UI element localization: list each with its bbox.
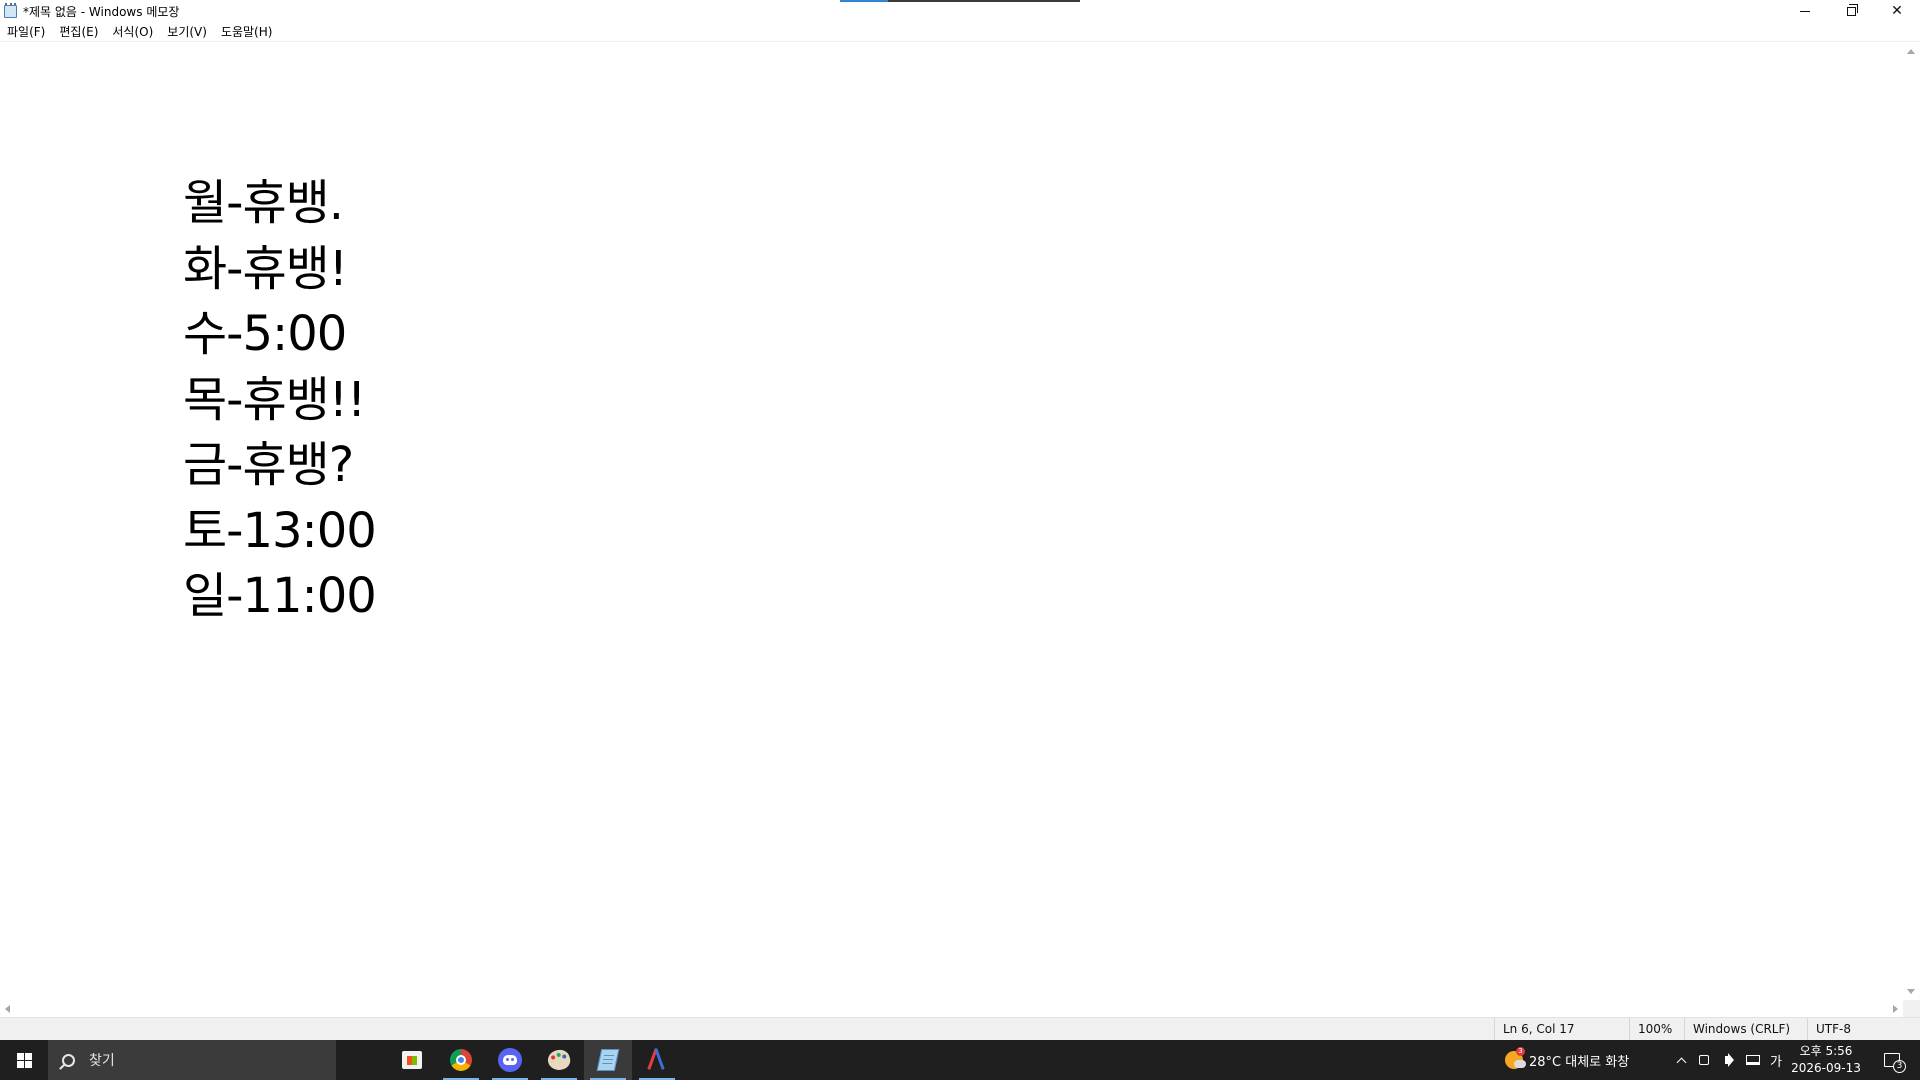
taskbar-app-chrome[interactable] xyxy=(437,1040,485,1080)
zoom-level: 100% xyxy=(1629,1018,1684,1041)
discord-icon xyxy=(498,1048,522,1072)
scroll-down-arrow-icon[interactable] xyxy=(1907,989,1915,994)
ime-label: 가 xyxy=(1770,1054,1782,1070)
scroll-up-arrow-icon[interactable] xyxy=(1907,49,1915,54)
windows-logo-icon xyxy=(16,1052,32,1068)
scroll-corner xyxy=(1903,1000,1920,1017)
editor-line[interactable]: 토-13:00 xyxy=(183,499,1903,565)
clock-date: 2026-09-13 xyxy=(1791,1061,1861,1075)
weather-widget[interactable]: 3 28°C 대체로 화창 xyxy=(1505,1040,1629,1080)
horizontal-scrollbar[interactable] xyxy=(0,1000,1903,1017)
scroll-left-arrow-icon[interactable] xyxy=(5,1005,10,1013)
show-hidden-icons-button[interactable] xyxy=(1670,1040,1692,1080)
restore-button[interactable] xyxy=(1828,0,1874,22)
window-controls: ✕ xyxy=(1782,0,1920,22)
weather-badge: 3 xyxy=(1516,1047,1525,1056)
close-button[interactable]: ✕ xyxy=(1874,0,1920,22)
start-button[interactable] xyxy=(0,1040,48,1080)
notification-count: 3 xyxy=(1893,1060,1906,1073)
restore-icon xyxy=(1846,3,1858,16)
editor-line[interactable]: 금-휴뱅? xyxy=(183,433,1903,499)
minimize-button[interactable] xyxy=(1782,0,1828,22)
minimize-icon xyxy=(1800,10,1810,12)
scroll-right-arrow-icon[interactable] xyxy=(1893,1005,1898,1013)
line-ending: Windows (CRLF) xyxy=(1684,1018,1807,1041)
menu-bar: 파일(F) 편집(E) 서식(O) 보기(V) 도움말(H) xyxy=(0,22,1920,42)
notepad-icon xyxy=(596,1049,620,1071)
network-icon xyxy=(1746,1055,1760,1065)
menu-file[interactable]: 파일(F) xyxy=(0,22,52,42)
taskbar-app-snipping[interactable] xyxy=(633,1040,681,1080)
editor-line[interactable]: 월-휴뱅. xyxy=(183,171,1903,237)
volume-button[interactable] xyxy=(1716,1040,1738,1080)
menu-format[interactable]: 서식(O) xyxy=(105,22,160,42)
notification-icon: 3 xyxy=(1884,1053,1906,1073)
chrome-icon xyxy=(450,1049,472,1071)
encoding: UTF-8 xyxy=(1807,1018,1920,1041)
menu-help[interactable]: 도움말(H) xyxy=(214,22,280,42)
taskbar-app-paint[interactable] xyxy=(535,1040,583,1080)
taskbar-app-discord[interactable] xyxy=(486,1040,534,1080)
title-bar[interactable]: *제목 없음 - Windows 메모장 ✕ xyxy=(0,0,1920,22)
clock-time: 오후 5:56 xyxy=(1799,1044,1853,1058)
search-icon xyxy=(62,1053,75,1067)
network-button[interactable] xyxy=(1742,1040,1764,1080)
snip-icon xyxy=(647,1048,667,1072)
editor-line[interactable]: 수-5:00 xyxy=(183,302,1903,368)
menu-edit[interactable]: 편집(E) xyxy=(52,22,105,42)
taskbar-app-notepad[interactable] xyxy=(584,1040,632,1080)
status-bar: Ln 6, Col 17 100% Windows (CRLF) UTF-8 xyxy=(0,1017,1920,1041)
weather-text: 28°C 대체로 화창 xyxy=(1529,1054,1630,1070)
taskbar-clock[interactable]: 오후 5:56 2026-09-13 xyxy=(1786,1043,1866,1077)
meet-now-button[interactable] xyxy=(1693,1040,1715,1080)
paint-icon xyxy=(545,1047,573,1073)
search-placeholder: 찾기 xyxy=(89,1053,115,1069)
action-center-button[interactable]: 3 xyxy=(1872,1040,1912,1080)
close-icon: ✕ xyxy=(1891,3,1903,19)
notepad-app-icon[interactable] xyxy=(3,3,19,19)
window-title: *제목 없음 - Windows 메모장 xyxy=(23,4,180,19)
menu-view[interactable]: 보기(V) xyxy=(160,22,214,42)
meet-icon xyxy=(1699,1055,1709,1065)
taskbar-app-store[interactable] xyxy=(388,1040,436,1080)
chevron-up-icon xyxy=(1676,1057,1686,1067)
editor-line[interactable]: 목-휴뱅!! xyxy=(183,368,1903,434)
vertical-scrollbar[interactable] xyxy=(1903,43,1920,1000)
editor-line[interactable]: 화-휴뱅! xyxy=(183,237,1903,303)
taskbar-search[interactable]: 찾기 xyxy=(48,1040,336,1080)
cursor-position: Ln 6, Col 17 xyxy=(1494,1018,1629,1041)
title-accent-bar xyxy=(840,0,1080,2)
weather-sun-cloud-icon: 3 xyxy=(1505,1047,1526,1069)
speaker-icon xyxy=(1724,1056,1730,1064)
taskbar: 찾기 3 28°C 대체로 화창 가 오후 5:56 2026-09-13 3 xyxy=(0,1040,1920,1080)
notepad-window: *제목 없음 - Windows 메모장 ✕ 파일(F) 편집(E) 서식(O)… xyxy=(0,0,1920,1041)
ime-indicator[interactable]: 가 xyxy=(1765,1040,1787,1080)
editor-line[interactable]: 일-11:00 xyxy=(183,564,1903,630)
text-editor[interactable]: 월-휴뱅. 화-휴뱅! 수-5:00 목-휴뱅!! 금-휴뱅? 토-13:00 … xyxy=(0,43,1903,1000)
store-icon xyxy=(402,1051,422,1069)
